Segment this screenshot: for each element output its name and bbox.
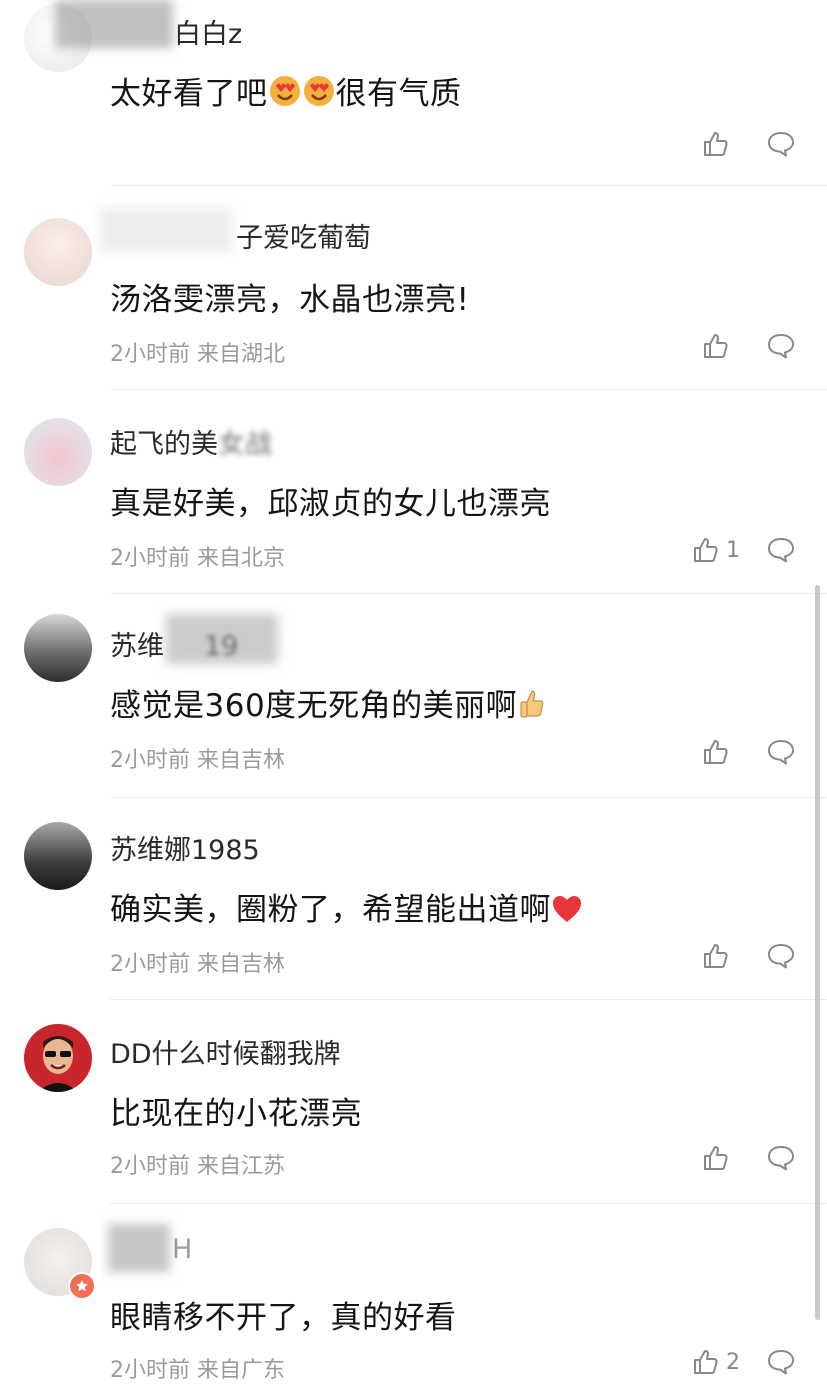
heart-eyes-emoji xyxy=(303,76,334,106)
like-button[interactable] xyxy=(702,738,730,766)
comment-bubble-icon xyxy=(768,334,794,359)
comment-time: 2小时前 xyxy=(110,748,190,773)
thumbs-up-icon xyxy=(704,944,728,968)
like-button[interactable] xyxy=(702,332,730,360)
username[interactable]: 苏维 19 xyxy=(110,624,238,663)
like-button[interactable]: 2 xyxy=(692,1348,740,1376)
username-tail-blurred: 19 xyxy=(204,631,239,662)
username-text: 苏维 xyxy=(110,631,164,662)
reply-button[interactable] xyxy=(766,942,796,974)
thumbs-up-icon xyxy=(694,538,718,562)
reply-button[interactable] xyxy=(766,738,796,770)
reply-button[interactable] xyxy=(766,1144,796,1176)
avatar[interactable] xyxy=(24,418,92,486)
username-redaction xyxy=(100,208,232,252)
comment-bubble-icon xyxy=(768,132,794,157)
thumbs-up-icon xyxy=(704,740,728,764)
comment-location: 来自广东 xyxy=(197,1358,286,1383)
avatar[interactable] xyxy=(24,218,92,286)
username-redaction xyxy=(108,1224,170,1272)
verified-badge xyxy=(68,1272,96,1300)
heart-eyes-emoji xyxy=(269,76,300,106)
comment-bubble-icon xyxy=(768,538,794,563)
comment-meta: 2小时前 来自湖北 xyxy=(110,336,285,368)
comment-time: 2小时前 xyxy=(110,1358,190,1383)
reply-button[interactable] xyxy=(766,332,796,364)
comment-bubble-icon xyxy=(768,944,794,969)
comment-location: 来自江苏 xyxy=(197,1154,286,1179)
username[interactable]: 白白z xyxy=(174,12,242,51)
comment-text: 汤洛雯漂亮，水晶也漂亮! xyxy=(110,282,470,318)
comment-bubble-icon xyxy=(768,1146,794,1171)
thumbs-up-icon xyxy=(704,334,728,358)
reply-button[interactable] xyxy=(766,130,796,162)
comment-meta: 2小时前 来自北京 xyxy=(110,540,285,572)
like-button[interactable] xyxy=(702,130,730,158)
comment-bubble-icon xyxy=(768,1350,794,1375)
comment-item: H 眼睛移不开了，真的好看 2小时前 来自广东 2 xyxy=(0,1204,827,1383)
like-button[interactable] xyxy=(702,1144,730,1172)
reply-button[interactable] xyxy=(766,536,796,568)
avatar[interactable] xyxy=(24,1024,92,1092)
red-heart-emoji xyxy=(553,896,581,922)
comment-meta: 2小时前 来自广东 xyxy=(110,1352,285,1384)
username-tail-blurred: H xyxy=(172,1234,193,1265)
username[interactable]: DD什么时候翻我牌 xyxy=(110,1032,341,1071)
comment-item: 苏维娜1985 确实美，圈粉了，希望能出道啊 2小时前 来自吉林 xyxy=(0,798,827,1002)
thumbs-up-icon xyxy=(694,1350,718,1374)
thumbs-up-emoji xyxy=(520,690,544,718)
username[interactable]: 苏维娜1985 xyxy=(110,828,260,867)
comment-text: 太好看了吧 很有气质 xyxy=(110,68,462,113)
comment-bubble-icon xyxy=(768,740,794,765)
scrollbar[interactable] xyxy=(815,585,820,1320)
comment-meta: 2小时前 来自吉林 xyxy=(110,946,285,978)
comment-item: DD什么时候翻我牌 比现在的小花漂亮 2小时前 来自江苏 xyxy=(0,1000,827,1204)
star-icon xyxy=(76,1280,88,1292)
like-button[interactable] xyxy=(702,942,730,970)
avatar[interactable] xyxy=(24,822,92,890)
like-count: 2 xyxy=(726,1349,740,1375)
comment-item: 白白z 太好看了吧 很有气质 xyxy=(0,0,827,186)
like-button[interactable]: 1 xyxy=(692,536,740,564)
reply-button[interactable] xyxy=(766,1348,796,1380)
username[interactable]: 子爱吃葡萄 xyxy=(236,216,371,255)
username-redaction xyxy=(55,0,173,48)
comment-text-main: 感觉是360度无死角的美丽啊 xyxy=(110,688,518,724)
username[interactable]: H xyxy=(172,1234,192,1265)
comment-location: 来自湖北 xyxy=(197,342,286,367)
avatar[interactable] xyxy=(24,614,92,682)
comment-time: 2小时前 xyxy=(110,952,190,977)
comment-text: 比现在的小花漂亮 xyxy=(110,1096,362,1132)
comment-item: 子爱吃葡萄 汤洛雯漂亮，水晶也漂亮! 2小时前 来自湖北 xyxy=(0,186,827,390)
comment-location: 来自北京 xyxy=(197,546,286,571)
comment-time: 2小时前 xyxy=(110,342,190,367)
username-tail-blurred: 女战 xyxy=(218,429,272,460)
thumbs-up-icon xyxy=(704,132,728,156)
comment-text-suffix: 很有气质 xyxy=(335,76,462,112)
avatar-face xyxy=(38,1036,78,1092)
comment-text: 感觉是360度无死角的美丽啊 xyxy=(110,680,547,725)
comment-item: 苏维 19 感觉是360度无死角的美丽啊 2小时前 来自吉林 xyxy=(0,594,827,798)
comment-meta: 2小时前 来自江苏 xyxy=(110,1148,285,1180)
username-text: 起飞的美 xyxy=(110,429,218,460)
comment-text: 眼睛移不开了，真的好看 xyxy=(110,1300,457,1336)
comment-time: 2小时前 xyxy=(110,546,190,571)
comment-text-main: 太好看了吧 xyxy=(110,76,268,112)
comment-text-main: 确实美，圈粉了，希望能出道啊 xyxy=(110,892,551,928)
like-count: 1 xyxy=(726,537,740,563)
comment-text: 确实美，圈粉了，希望能出道啊 xyxy=(110,884,583,929)
comment-location: 来自吉林 xyxy=(197,952,286,977)
username[interactable]: 起飞的美女战 xyxy=(110,422,272,461)
comment-text: 真是好美，邱淑贞的女儿也漂亮 xyxy=(110,486,551,522)
comment-meta: 2小时前 来自吉林 xyxy=(110,742,285,774)
comment-item: 起飞的美女战 真是好美，邱淑贞的女儿也漂亮 2小时前 来自北京 1 xyxy=(0,390,827,594)
comment-location: 来自吉林 xyxy=(197,748,286,773)
comment-time: 2小时前 xyxy=(110,1154,190,1179)
thumbs-up-icon xyxy=(704,1146,728,1170)
